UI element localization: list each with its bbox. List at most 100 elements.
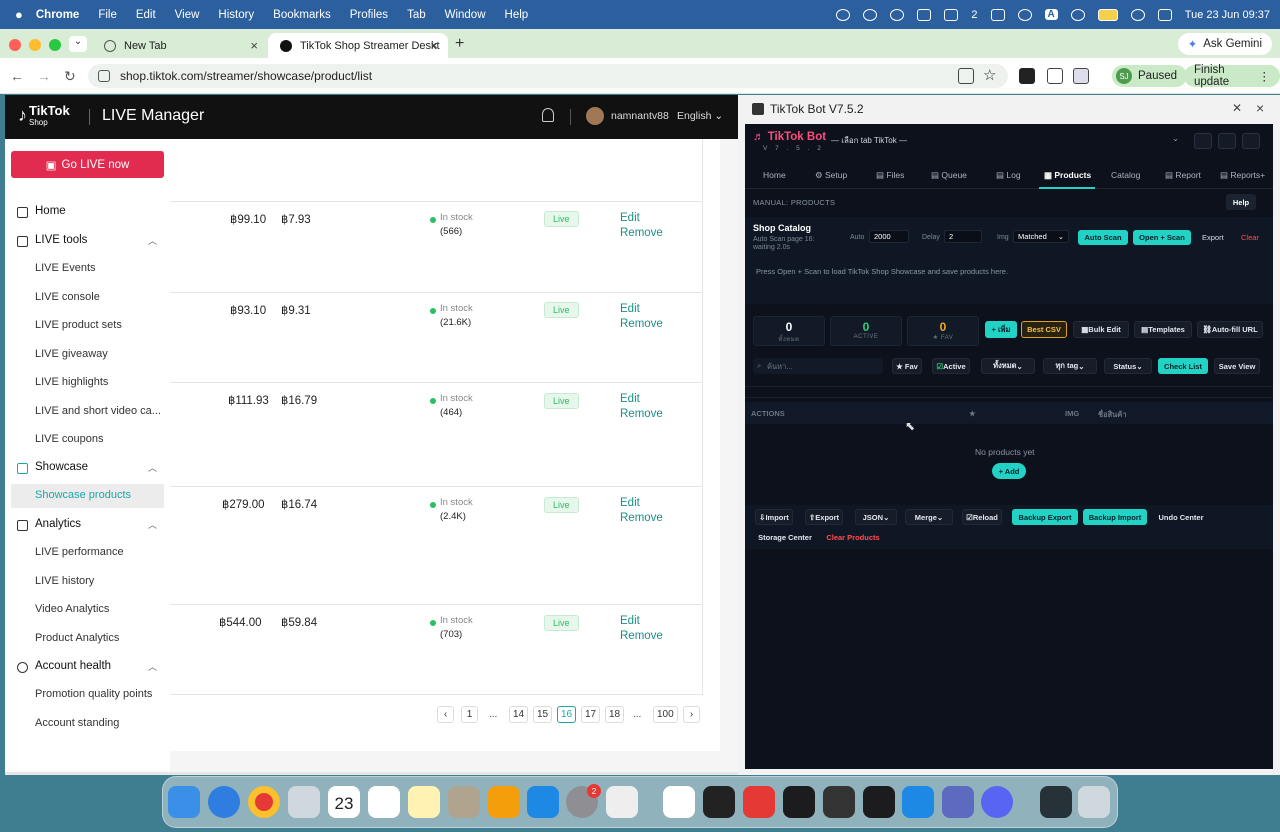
tab-queue[interactable]: ▤ Queue bbox=[931, 170, 967, 181]
remove-link[interactable]: Remove bbox=[620, 226, 663, 241]
save-view-button[interactable]: Save View bbox=[1214, 358, 1260, 374]
tag-select[interactable]: ทุก tag ⌄ bbox=[1043, 358, 1097, 374]
menu-profiles[interactable]: Profiles bbox=[350, 9, 388, 21]
pages-icon[interactable] bbox=[488, 786, 520, 818]
dots-app-icon[interactable] bbox=[703, 786, 735, 818]
delay-input[interactable]: 2 bbox=[944, 230, 982, 243]
username[interactable]: namnantv88 bbox=[611, 110, 669, 122]
close-tab-icon[interactable]: × bbox=[430, 38, 438, 53]
merge-select[interactable]: Merge ⌄ bbox=[905, 509, 953, 525]
tab-setup[interactable]: ⚙ Setup bbox=[815, 170, 847, 181]
reminders-icon[interactable] bbox=[368, 786, 400, 818]
battery-icon[interactable] bbox=[1097, 8, 1118, 21]
site-info-icon[interactable] bbox=[98, 70, 110, 82]
menu-app-name[interactable]: Chrome bbox=[36, 9, 79, 21]
img-select[interactable]: Matched ⌄ bbox=[1013, 230, 1069, 243]
menu-edit[interactable]: Edit bbox=[136, 9, 156, 21]
check-list-button[interactable]: Check List bbox=[1158, 358, 1208, 374]
tab-files[interactable]: ▤ Files bbox=[876, 170, 904, 181]
pagination-page[interactable]: 14 bbox=[509, 706, 529, 723]
tool-app-icon[interactable] bbox=[823, 786, 855, 818]
tab-search-icon[interactable]: ⌄ bbox=[69, 36, 87, 52]
pagination-current-page[interactable]: 16 bbox=[557, 706, 577, 723]
autofill-url-button[interactable]: ⛓ Auto-fill URL bbox=[1197, 321, 1263, 338]
windows-app-icon[interactable] bbox=[663, 786, 695, 818]
best-csv-button[interactable]: Best CSV bbox=[1021, 321, 1067, 338]
tab-select-dropdown[interactable]: — เลือก tab TikTok — ⌄ bbox=[831, 134, 1185, 148]
export-button[interactable]: ⇧ Export bbox=[805, 509, 843, 525]
add-first-product-button[interactable]: + Add bbox=[992, 463, 1026, 479]
pagination-page[interactable]: 18 bbox=[605, 706, 625, 723]
tab-report[interactable]: ▤ Report bbox=[1165, 170, 1201, 181]
import-button[interactable]: ⇩ Import bbox=[755, 509, 793, 525]
minimize-window-icon[interactable] bbox=[29, 39, 41, 51]
pagination-page[interactable]: 100 bbox=[653, 706, 678, 723]
format-select[interactable]: JSON ⌄ bbox=[855, 509, 897, 525]
tiktok-shop-logo[interactable]: ♪ TikTok Shop bbox=[18, 104, 70, 129]
remove-link[interactable]: Remove bbox=[620, 511, 663, 526]
pagination-next[interactable]: › bbox=[683, 706, 700, 723]
bookmark-star-icon[interactable]: ☆ bbox=[983, 66, 999, 84]
status-icon[interactable] bbox=[863, 8, 878, 21]
pagination-page[interactable]: 17 bbox=[581, 706, 601, 723]
dots-grid-icon[interactable] bbox=[990, 8, 1005, 21]
sync-icon[interactable] bbox=[890, 8, 905, 21]
user-avatar[interactable] bbox=[586, 107, 604, 125]
tab-home[interactable]: Home bbox=[763, 170, 786, 180]
terminal-icon[interactable] bbox=[863, 786, 895, 818]
menu-bookmarks[interactable]: Bookmarks bbox=[273, 9, 331, 21]
menu-history[interactable]: History bbox=[218, 9, 254, 21]
edit-link[interactable]: Edit bbox=[620, 496, 663, 511]
record-icon[interactable] bbox=[836, 8, 851, 21]
side-panel-icon[interactable] bbox=[1073, 68, 1089, 84]
mi-app-icon[interactable] bbox=[743, 786, 775, 818]
zoom-window-icon[interactable] bbox=[49, 39, 61, 51]
menu-help[interactable]: Help bbox=[505, 9, 529, 21]
backup-export-button[interactable]: Backup Export bbox=[1012, 509, 1078, 525]
tab-tiktok-shop[interactable]: TikTok Shop Streamer Deskto × bbox=[268, 33, 448, 58]
safari-icon[interactable] bbox=[208, 786, 240, 818]
go-live-button[interactable]: ▣ Go LIVE now bbox=[11, 151, 164, 178]
open-scan-button[interactable]: Open + Scan bbox=[1133, 230, 1191, 245]
edit-link[interactable]: Edit bbox=[620, 614, 663, 629]
col-name[interactable]: ชื่อสินค้า bbox=[1098, 409, 1127, 421]
close-tab-icon[interactable]: × bbox=[250, 38, 258, 53]
auto-input[interactable]: 2000 bbox=[869, 230, 909, 243]
finder-icon[interactable] bbox=[168, 786, 200, 818]
notes-icon[interactable] bbox=[408, 786, 440, 818]
shield-count[interactable]: 2 bbox=[971, 9, 977, 21]
add-product-button[interactable]: + เพิ่ม bbox=[985, 321, 1017, 338]
input-source[interactable]: A bbox=[1044, 9, 1058, 20]
teams-icon[interactable] bbox=[981, 786, 1013, 818]
horizontal-scrollbar[interactable] bbox=[5, 772, 738, 775]
active-filter[interactable]: ☑ Active bbox=[932, 358, 970, 374]
pagination-page[interactable]: 1 bbox=[461, 706, 478, 723]
search-icon[interactable] bbox=[1130, 8, 1145, 21]
install-app-icon[interactable] bbox=[958, 68, 974, 84]
photo-booth-icon[interactable] bbox=[606, 786, 638, 818]
catalog-clear-button[interactable]: Clear bbox=[1241, 233, 1259, 242]
templates-button[interactable]: ▤ Templates bbox=[1134, 321, 1192, 338]
trash-icon[interactable] bbox=[1078, 786, 1110, 818]
forward-icon[interactable]: → bbox=[37, 68, 51, 84]
category-select[interactable]: ทั้งหมด ⌄ bbox=[981, 358, 1035, 374]
backup-import-button[interactable]: Backup Import bbox=[1083, 509, 1147, 525]
help-button[interactable]: Help bbox=[1226, 194, 1256, 210]
calendar-icon[interactable]: 23 bbox=[328, 786, 360, 818]
catalog-export-button[interactable]: Export bbox=[1202, 233, 1224, 242]
launchpad-icon[interactable] bbox=[288, 786, 320, 818]
edit-link[interactable]: Edit bbox=[620, 392, 663, 407]
tab-log[interactable]: ▤ Log bbox=[996, 170, 1021, 181]
kebab-menu-icon[interactable]: ⋮ bbox=[1259, 69, 1271, 83]
tab-catalog[interactable]: Catalog bbox=[1111, 170, 1140, 180]
chrome-icon[interactable] bbox=[248, 786, 280, 818]
menu-view[interactable]: View bbox=[175, 9, 200, 21]
product-search-input[interactable]: ⌕ ค้นหา... bbox=[753, 358, 883, 374]
bulk-edit-button[interactable]: ▦ Bulk Edit bbox=[1073, 321, 1129, 338]
menu-tab[interactable]: Tab bbox=[407, 9, 426, 21]
apple-icon[interactable]: ● bbox=[15, 7, 23, 22]
tab-new-tab[interactable]: New Tab × bbox=[92, 33, 268, 58]
menu-file[interactable]: File bbox=[98, 9, 117, 21]
close-window-icon[interactable] bbox=[9, 39, 21, 51]
refresh-tab-icon[interactable] bbox=[1194, 133, 1212, 149]
